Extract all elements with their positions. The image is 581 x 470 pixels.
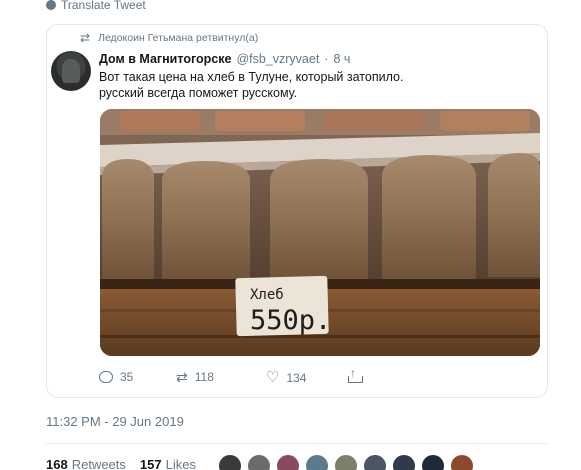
price-sign-word: Хлеб	[250, 287, 284, 303]
author-name[interactable]: Дом в Магнитогорске	[99, 52, 231, 66]
author-line: Дом в Магнитогорске @fsb_vzryvaet · 8 ч	[99, 52, 350, 66]
translate-label: Translate Tweet	[61, 0, 146, 12]
like-count: 134	[286, 370, 307, 385]
reply-button[interactable]: 35	[99, 370, 133, 384]
retweets-count: 168	[46, 457, 68, 470]
tweet-text: Вот такая цена на хлеб в Тулуне, который…	[99, 69, 499, 101]
bread-photo: Хлеб 550р.	[100, 109, 540, 356]
price-sign: Хлеб 550р.	[235, 275, 331, 337]
share-icon	[348, 366, 363, 383]
bread-loaves	[102, 153, 540, 281]
avatar[interactable]	[51, 51, 91, 91]
author-handle[interactable]: @fsb_vzryvaet	[236, 52, 319, 66]
tweet-text-line: русский всегда поможет русскому.	[99, 86, 298, 100]
tweet-photo[interactable]: Хлеб 550р.	[100, 109, 540, 356]
retweets-stat[interactable]: 168 Retweets	[46, 457, 126, 470]
retweets-label: Retweets	[71, 457, 126, 470]
liker-avatars	[218, 454, 474, 470]
liker-avatar[interactable]	[276, 454, 300, 470]
liker-avatar[interactable]	[305, 454, 329, 470]
likes-label: Likes	[165, 457, 196, 470]
quoted-tweet-card[interactable]: ⇄ Ледокоин Гетьмана ретвитнул(а) Дом в М…	[46, 24, 548, 398]
retweeted-by-label: Ледокоин Гетьмана ретвитнул(а)	[98, 32, 259, 44]
retweeted-by-line: ⇄ Ледокоин Гетьмана ретвитнул(а)	[80, 31, 258, 45]
translate-tweet-link[interactable]: Translate Tweet	[46, 0, 146, 13]
retweet-button[interactable]: ⇄ 118	[176, 370, 214, 384]
price-sign-price: 550р.	[250, 305, 331, 336]
tweet-time[interactable]: 8 ч	[333, 52, 350, 66]
liker-avatar[interactable]	[392, 454, 416, 470]
retweet-icon: ⇄	[80, 31, 91, 45]
avatar-figure	[62, 59, 80, 83]
share-button[interactable]	[348, 366, 363, 383]
liker-avatar[interactable]	[247, 454, 271, 470]
globe-icon	[46, 0, 56, 10]
liker-avatar[interactable]	[218, 454, 242, 470]
retweet-icon: ⇄	[176, 369, 188, 385]
likes-count: 157	[139, 457, 162, 470]
heart-icon: ♡	[266, 369, 280, 386]
like-button[interactable]: ♡ 134	[266, 370, 306, 385]
reply-count: 35	[120, 370, 134, 384]
separator-dot: ·	[324, 52, 329, 66]
liker-avatar[interactable]	[334, 454, 358, 470]
reply-icon	[99, 371, 113, 383]
divider	[46, 443, 548, 444]
retweet-count: 118	[194, 370, 214, 384]
tweet-actions: 35 ⇄ 118 ♡ 134	[99, 366, 419, 388]
likes-stat[interactable]: 157 Likes	[140, 457, 196, 470]
tweet-stats: 168 Retweets 157 Likes	[46, 457, 196, 470]
liker-avatar[interactable]	[450, 454, 474, 470]
liker-avatar[interactable]	[363, 454, 387, 470]
liker-avatar[interactable]	[421, 454, 445, 470]
tweet-text-line: Вот такая цена на хлеб в Тулуне, который…	[99, 70, 404, 84]
tweet-timestamp[interactable]: 11:32 PM - 29 Jun 2019	[46, 414, 184, 429]
